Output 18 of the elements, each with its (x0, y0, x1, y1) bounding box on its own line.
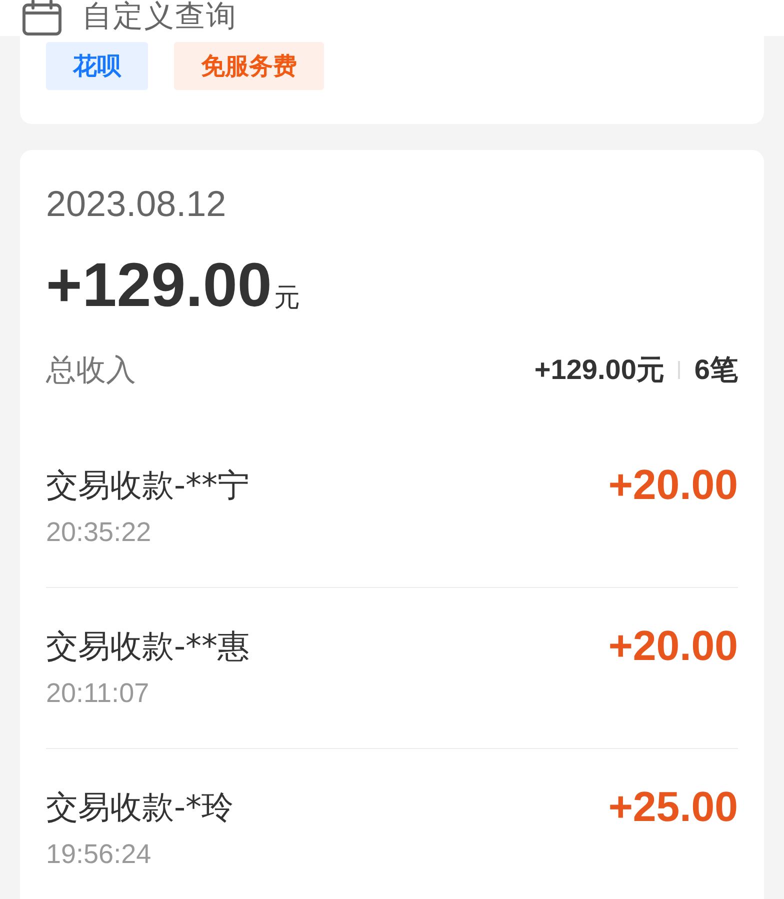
currency-unit: 元 (274, 282, 300, 315)
date-text: 2023.08.12 (46, 182, 228, 226)
calendar-icon (22, 0, 62, 36)
total-income-label: 总收入 (46, 352, 136, 390)
transaction-amount: +20.00 (608, 624, 738, 668)
transaction-title[interactable]: 交易收款-*玲 (46, 785, 234, 829)
transaction-title[interactable]: 交易收款-**惠 (46, 624, 250, 668)
transaction-time: 20:35:22 (46, 517, 152, 547)
transaction-count: 6笔 (694, 353, 738, 387)
transaction-time: 20:11:07 (46, 678, 150, 708)
income-sum: +129.00元 (534, 353, 664, 387)
filter-tag[interactable]: 花呗 (46, 42, 148, 90)
transaction-amount: +20.00 (608, 463, 738, 507)
total-amount: +129.00 (46, 251, 272, 321)
custom-query-link[interactable]: 自定义查询 (82, 0, 237, 34)
transaction-amount: +25.00 (608, 785, 738, 829)
transaction-title[interactable]: 交易收款-**宁 (46, 463, 250, 507)
transaction-time: 19:56:24 (46, 839, 152, 869)
